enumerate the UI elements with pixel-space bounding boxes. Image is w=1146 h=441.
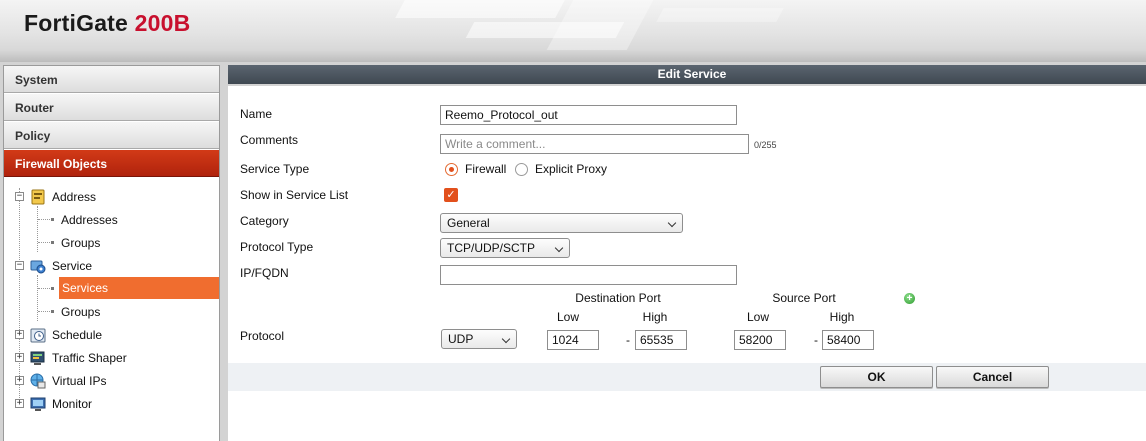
service-collapse-icon[interactable]: − <box>15 261 24 270</box>
service-icon <box>30 260 46 274</box>
name-input[interactable] <box>440 105 737 125</box>
show-in-list-label: Show in Service List <box>240 188 349 202</box>
src-low-header: Low <box>746 310 769 324</box>
tree-item-services[interactable]: Services <box>59 277 219 299</box>
src-port-low-input[interactable] <box>734 330 786 350</box>
tree-item-address-groups[interactable]: Groups <box>61 233 100 253</box>
tree-item-service-groups[interactable]: Groups <box>61 302 100 322</box>
brand-name: FortiGate <box>24 10 129 36</box>
protocol-type-label: Protocol Type <box>240 240 314 254</box>
menu-firewall-objects[interactable]: Firewall Objects <box>4 150 219 177</box>
ipfqdn-input[interactable] <box>440 265 737 285</box>
app-header: FortiGate 200B <box>0 0 1146 62</box>
tree-item-service[interactable]: Service <box>52 256 92 276</box>
tree-item-traffic-shaper[interactable]: Traffic Shaper <box>52 348 127 368</box>
ipfqdn-label: IP/FQDN <box>240 266 289 280</box>
add-port-range-icon[interactable]: + <box>904 293 915 304</box>
tree-item-addresses[interactable]: Addresses <box>61 210 118 230</box>
chevron-down-icon <box>554 243 564 253</box>
tree-item-address[interactable]: Address <box>52 187 96 207</box>
service-type-firewall-radio[interactable] <box>445 163 458 176</box>
category-label: Category <box>240 214 289 228</box>
dest-port-low-input[interactable] <box>547 330 599 350</box>
comments-label: Comments <box>240 133 299 147</box>
brand-model: 200B <box>134 10 191 36</box>
brand-logo: FortiGate 200B <box>24 10 190 37</box>
edit-service-form: Name Comments 0/255 Service Type Firewal… <box>228 86 1146 441</box>
source-port-header: Source Port <box>772 291 836 305</box>
virtual-ip-icon <box>30 373 46 389</box>
button-bar: OK Cancel <box>228 363 1146 391</box>
comments-input[interactable] <box>440 134 749 154</box>
destination-port-header: Destination Port <box>575 291 661 305</box>
schedule-expand-icon[interactable]: + <box>15 330 24 339</box>
comments-counter: 0/255 <box>754 140 777 150</box>
dest-port-dash: - <box>626 333 630 347</box>
traffic-shaper-expand-icon[interactable]: + <box>15 353 24 362</box>
monitor-icon <box>30 397 46 411</box>
sidebar-panel: System Router Policy Firewall Objects − … <box>3 65 220 441</box>
src-port-high-input[interactable] <box>822 330 874 350</box>
tree-item-monitor[interactable]: Monitor <box>52 394 92 414</box>
menu-policy[interactable]: Policy <box>4 122 219 149</box>
monitor-expand-icon[interactable]: + <box>15 399 24 408</box>
name-label: Name <box>240 107 273 121</box>
protocol-type-value: TCP/UDP/SCTP <box>447 241 536 255</box>
src-port-dash: - <box>814 333 818 347</box>
ok-button[interactable]: OK <box>820 366 933 388</box>
show-in-list-checkbox[interactable]: ✓ <box>444 188 458 202</box>
cancel-button[interactable]: Cancel <box>936 366 1049 388</box>
virtual-ips-expand-icon[interactable]: + <box>15 376 24 385</box>
protocol-value: UDP <box>448 332 474 346</box>
category-select[interactable]: General <box>440 213 683 233</box>
page-title: Edit Service <box>228 65 1146 84</box>
tree-item-virtual-ips[interactable]: Virtual IPs <box>52 371 106 391</box>
traffic-shaper-icon <box>30 351 45 365</box>
src-high-header: High <box>829 310 855 324</box>
service-type-firewall-label[interactable]: Firewall <box>465 162 506 176</box>
dest-low-header: Low <box>556 310 579 324</box>
sidebar: System Router Policy Firewall Objects − … <box>0 62 228 441</box>
clock-icon <box>30 328 46 343</box>
service-type-explicit-proxy-label[interactable]: Explicit Proxy <box>535 162 607 176</box>
protocol-type-select[interactable]: TCP/UDP/SCTP <box>440 238 570 258</box>
category-value: General <box>447 216 490 230</box>
menu-router[interactable]: Router <box>4 94 219 121</box>
protocol-label: Protocol <box>240 329 285 343</box>
tree-item-schedule[interactable]: Schedule <box>52 325 102 345</box>
service-type-explicit-proxy-radio[interactable] <box>515 163 528 176</box>
service-type-label: Service Type <box>240 162 310 176</box>
dest-port-high-input[interactable] <box>635 330 687 350</box>
chevron-down-icon <box>667 218 677 228</box>
address-book-icon <box>31 189 45 205</box>
chevron-down-icon <box>501 334 511 344</box>
dest-high-header: High <box>642 310 668 324</box>
menu-system[interactable]: System <box>4 66 219 93</box>
protocol-select[interactable]: UDP <box>441 329 517 349</box>
address-collapse-icon[interactable]: − <box>15 192 24 201</box>
